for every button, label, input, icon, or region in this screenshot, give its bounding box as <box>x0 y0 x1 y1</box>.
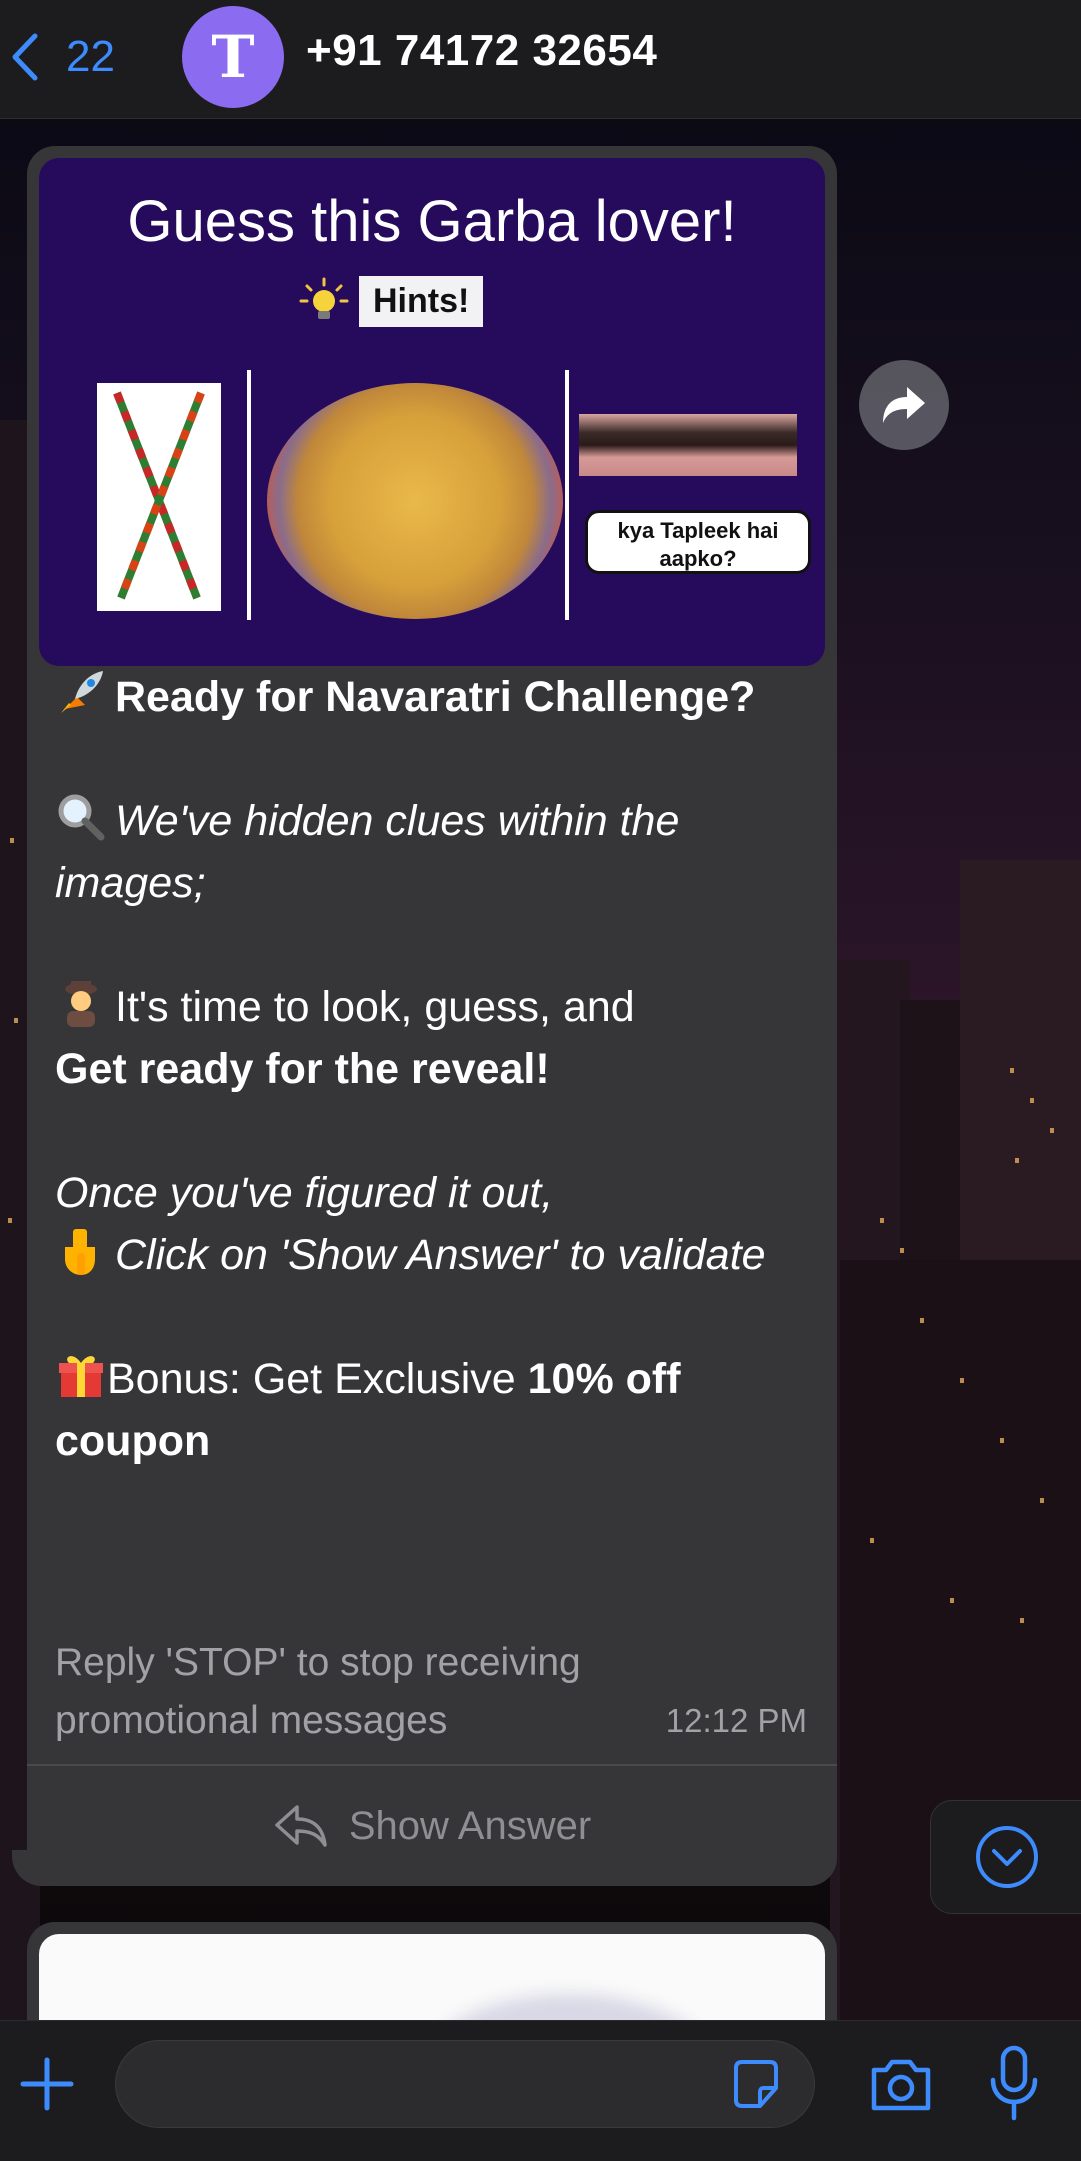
forward-arrow-icon <box>883 387 925 423</box>
microphone-icon[interactable] <box>986 2044 1042 2124</box>
forward-button[interactable] <box>859 360 949 450</box>
bonus-line: Bonus: Get Exclusive <box>107 1355 528 1403</box>
attach-button[interactable] <box>14 2036 80 2132</box>
stop-note: Reply 'STOP' to stop receiving promotion… <box>55 1641 581 1742</box>
image-title: Guess this Garba lover! <box>127 189 737 254</box>
look-guess-line: It's time to look, guess, and <box>115 983 635 1031</box>
detective-icon <box>55 977 107 1029</box>
chevron-down-circle-icon <box>975 1826 1038 1888</box>
plus-icon <box>20 2057 74 2111</box>
image-divider <box>247 370 251 620</box>
back-button[interactable]: 22 <box>8 22 115 92</box>
message-image[interactable]: Guess this Garba lover! Hints! kya Taple… <box>39 158 825 666</box>
show-answer-button[interactable]: Show Answer <box>27 1766 837 1886</box>
sticker-icon[interactable] <box>728 2056 784 2112</box>
figured-line: Once you've figured it out, <box>55 1169 554 1217</box>
contact-name[interactable]: +91 74172 32654 <box>306 26 657 76</box>
message-headline: Ready for Navaratri Challenge? <box>115 673 756 721</box>
chat-header: 22 T +91 74172 32654 <box>0 0 1081 119</box>
rocket-icon <box>55 667 107 719</box>
food-plate-image <box>267 383 563 619</box>
moustache-image <box>579 414 797 476</box>
show-answer-label: Show Answer <box>348 1803 592 1848</box>
camera-icon[interactable] <box>868 2052 934 2116</box>
magnifier-icon <box>55 791 107 843</box>
chevron-left-icon <box>12 33 38 81</box>
scroll-to-bottom-button[interactable] <box>930 1800 1081 1914</box>
dandiya-sticks-image <box>97 383 221 611</box>
message-time: 12:12 PM <box>665 1702 807 1739</box>
message-text: Ready for Navaratri Challenge? We've hid… <box>55 666 815 1472</box>
speech-bubble: kya Tapleek hai aapko? <box>585 510 811 574</box>
hints-label: Hints! <box>359 276 484 327</box>
message-input[interactable] <box>115 2040 815 2128</box>
show-answer-instruction: Click on 'Show Answer' to validate <box>115 1231 766 1279</box>
message-bubble[interactable]: Guess this Garba lover! Hints! kya Taple… <box>27 146 837 1886</box>
avatar-letter: T <box>211 23 255 91</box>
image-divider <box>565 370 569 620</box>
gift-icon <box>55 1349 107 1401</box>
lightbulb-icon <box>299 277 349 319</box>
hints-banner: Hints! <box>299 276 484 327</box>
avatar[interactable]: T <box>182 6 284 108</box>
unread-count: 22 <box>66 32 115 81</box>
reply-arrow-icon <box>275 1805 327 1847</box>
reveal-line: Get ready for the reveal! <box>55 1045 550 1093</box>
pointing-down-icon <box>55 1225 107 1277</box>
clue-line: We've hidden clues within the images; <box>55 797 680 907</box>
